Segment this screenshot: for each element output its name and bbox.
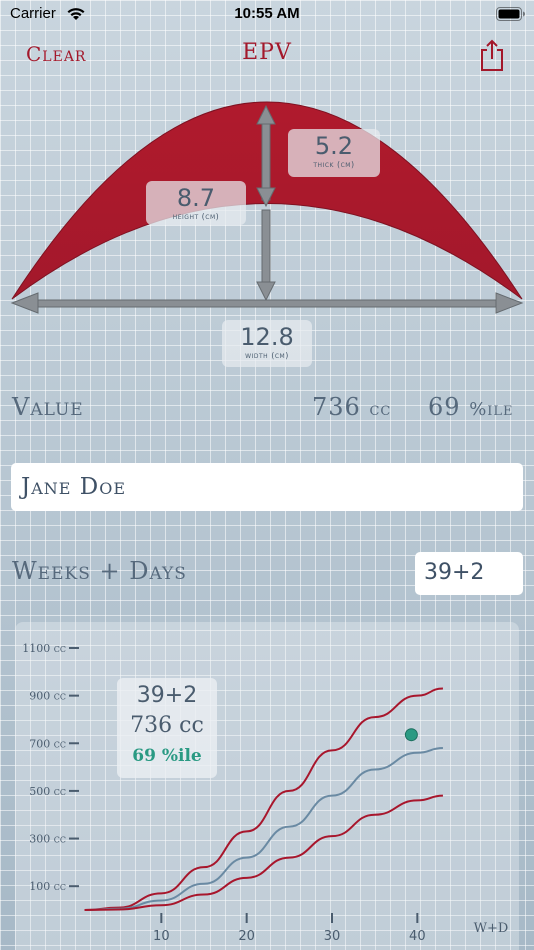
thickness-measure[interactable]: 5.2 thick (cm): [288, 129, 380, 177]
height-value: 8.7: [176, 184, 216, 212]
height-label: height (cm): [172, 212, 220, 221]
value-percentile: 69 %ile: [428, 393, 514, 421]
width-measure[interactable]: 12.8 width (cm): [222, 320, 312, 367]
weeks-days-label: Weeks + Days: [12, 557, 187, 585]
width-label: width (cm): [245, 351, 289, 360]
readout-volume: 736 cc: [130, 713, 204, 738]
chart-readout: 39+2 736 cc 69 %ile: [117, 678, 217, 778]
thickness-value: 5.2: [314, 132, 354, 160]
value-volume-unit: cc: [369, 399, 392, 420]
patient-name-field[interactable]: Jane Doe: [11, 463, 523, 511]
value-volume-number: 736: [312, 393, 361, 421]
value-percentile-number: 69: [428, 393, 461, 421]
value-label: Value: [12, 393, 84, 421]
height-measure[interactable]: 8.7 height (cm): [146, 181, 246, 225]
thickness-label: thick (cm): [313, 160, 355, 169]
readout-percentile: 69 %ile: [132, 746, 202, 766]
growth-chart-panel: [15, 622, 519, 950]
value-volume: 736 cc: [312, 393, 391, 421]
readout-weeks-days: 39+2: [136, 683, 198, 708]
weeks-days-field[interactable]: 39+2: [415, 552, 523, 595]
height-arrow: [256, 209, 276, 302]
value-percentile-unit: %ile: [469, 399, 514, 420]
width-value: 12.8: [240, 323, 294, 351]
